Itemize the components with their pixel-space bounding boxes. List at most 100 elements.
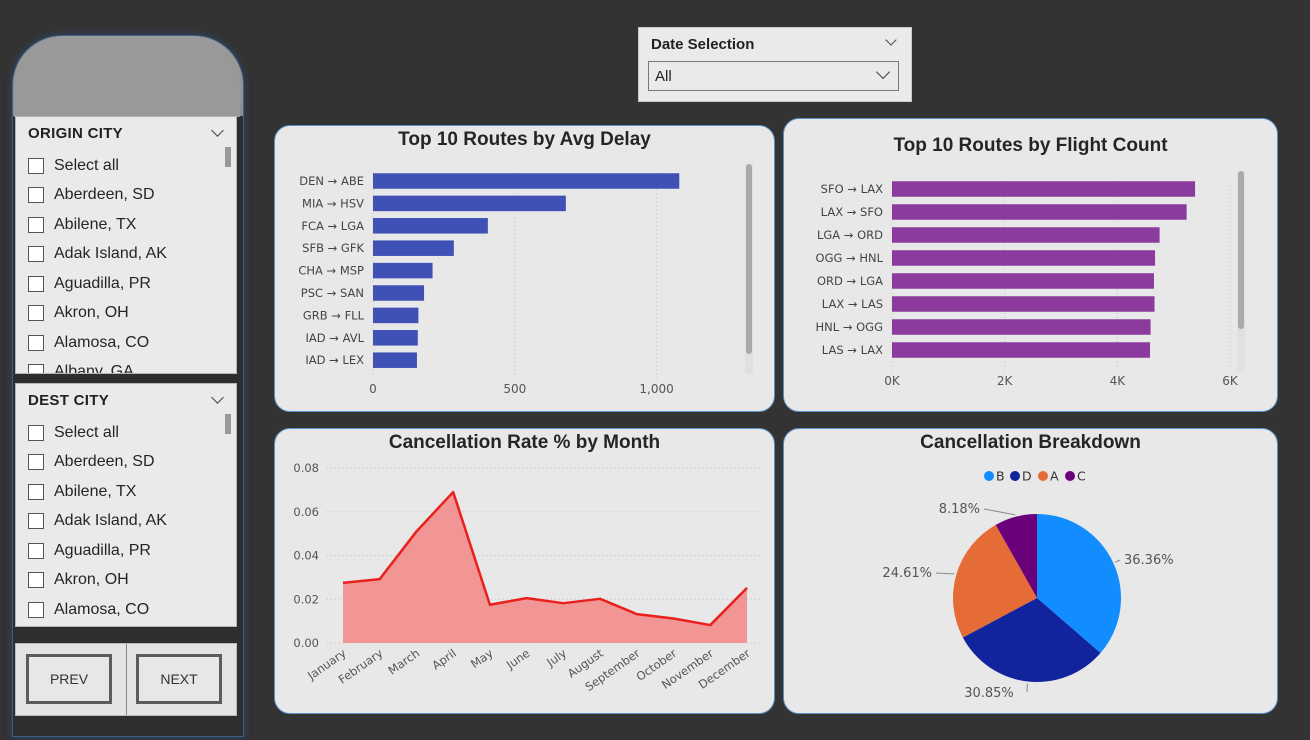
chevron-down-icon[interactable] xyxy=(211,124,224,137)
bar xyxy=(373,262,433,279)
checkbox[interactable] xyxy=(28,246,44,263)
slicer-item[interactable]: Aberdeen, SD xyxy=(28,181,218,211)
slicer-item[interactable]: Aguadilla, PR xyxy=(28,536,218,566)
y-tick-label: ORD → LGA xyxy=(817,274,883,288)
x-tick-label: March xyxy=(385,646,422,678)
legend-marker xyxy=(1065,471,1075,481)
checkbox[interactable] xyxy=(28,364,44,373)
slicer-item[interactable]: Akron, OH xyxy=(28,566,218,596)
flight-count-chart-card: Top 10 Routes by Flight Count 0K 2K 4K 6K SF… xyxy=(783,118,1278,412)
slicer-item[interactable]: Aguadilla, PR xyxy=(28,269,218,299)
checkbox[interactable] xyxy=(28,424,44,441)
scrollbar[interactable] xyxy=(225,147,231,167)
x-tick-label: June xyxy=(503,646,532,672)
checkbox[interactable] xyxy=(28,157,44,174)
bar xyxy=(892,250,1156,266)
y-tick-label: SFB → GFK xyxy=(302,241,364,255)
legend-marker xyxy=(1010,471,1020,481)
chevron-down-icon[interactable] xyxy=(211,391,224,404)
bar xyxy=(373,285,425,301)
bar xyxy=(892,296,1155,312)
flight-count-bar-chart: 0K 2K 4K 6K SFO → LAX LAX → SFO LGA → ORD OGG →… xyxy=(816,181,1239,388)
y-tick-label: LAX → LAS xyxy=(822,297,883,311)
scrollbar[interactable] xyxy=(746,164,752,354)
checkbox[interactable] xyxy=(28,187,44,204)
data-label: 36.36% xyxy=(1124,553,1174,568)
leader-line xyxy=(1115,559,1121,563)
x-tick-label: May xyxy=(468,646,496,671)
y-tick-label: LAS → LAX xyxy=(822,343,883,357)
slicer-item-label: Abilene, TX xyxy=(54,482,137,500)
y-tick-label: GRB → FLL xyxy=(303,308,365,322)
checkbox[interactable] xyxy=(28,275,44,292)
bar xyxy=(373,330,418,346)
bar xyxy=(373,173,680,189)
x-tick-label: 2K xyxy=(997,374,1014,388)
slicer-item[interactable]: Aberdeen, SD xyxy=(28,448,218,478)
y-tick-label: FCA → LGA xyxy=(301,219,364,233)
date-selection-title: Date Selection xyxy=(651,36,755,53)
checkbox[interactable] xyxy=(28,572,44,589)
slicer-item[interactable]: Alamosa, CO xyxy=(28,328,218,358)
slicer-item-label: Select all xyxy=(54,156,119,174)
data-label: 30.85% xyxy=(964,686,1014,701)
y-tick-label: PSC → SAN xyxy=(301,286,364,300)
chevron-down-icon xyxy=(875,64,891,80)
data-label: 8.18% xyxy=(939,502,980,517)
slicer-item[interactable]: Adak Island, AK xyxy=(28,240,218,270)
x-tick-label: July xyxy=(543,646,569,670)
origin-city-title: ORIGIN CITY xyxy=(28,125,123,142)
chevron-down-icon[interactable] xyxy=(885,34,897,46)
slicer-item[interactable]: Select all xyxy=(28,418,218,448)
bar xyxy=(373,307,419,324)
slicer-item[interactable]: Albany, GA xyxy=(28,358,218,374)
slicer-item[interactable]: Adak Island, AK xyxy=(28,507,218,537)
checkbox[interactable] xyxy=(28,513,44,530)
bar xyxy=(892,204,1187,220)
y-tick-label: HNL → OGG xyxy=(816,320,883,334)
slicer-item-label: Albany, GA xyxy=(54,363,134,374)
slicer-item[interactable]: Akron, OH xyxy=(28,299,218,329)
y-tick-label: CHA → MSP xyxy=(298,264,364,278)
slicer-item-label: Aberdeen, SD xyxy=(54,186,155,204)
slicer-item-label: Akron, OH xyxy=(54,304,129,322)
scrollbar[interactable] xyxy=(1238,171,1244,329)
checkbox[interactable] xyxy=(28,542,44,559)
bar xyxy=(892,319,1151,335)
origin-city-list: Select all Aberdeen, SD Abilene, TX Adak Is… xyxy=(28,151,218,374)
slicer-item[interactable]: Alamosa, CO xyxy=(28,595,218,625)
slicer-item[interactable]: Abilene, TX xyxy=(28,210,218,240)
checkbox[interactable] xyxy=(28,216,44,233)
date-dropdown-value: All xyxy=(655,68,672,85)
y-tick-label: MIA → HSV xyxy=(302,196,364,210)
slicer-item-label: Alamosa, CO xyxy=(54,600,150,618)
slicer-item-label: Akron, OH xyxy=(54,571,129,589)
prev-button[interactable]: PREV xyxy=(26,654,112,704)
legend-label: C xyxy=(1077,469,1086,484)
checkbox[interactable] xyxy=(28,454,44,471)
slicer-item-label: Adak Island, AK xyxy=(54,512,167,530)
date-dropdown[interactable]: All xyxy=(648,61,899,91)
dest-city-list: Select all Aberdeen, SD Abilene, TX Adak Is… xyxy=(28,418,218,625)
y-tick-label: 0.08 xyxy=(293,461,319,475)
checkbox[interactable] xyxy=(28,483,44,500)
checkbox[interactable] xyxy=(28,334,44,351)
y-tick-label: 0.00 xyxy=(293,636,319,650)
y-tick-label: IAD → AVL xyxy=(306,331,365,345)
x-tick-label: April xyxy=(429,646,459,673)
x-tick-label: 0K xyxy=(884,374,901,388)
bar xyxy=(892,227,1160,243)
divider xyxy=(126,644,127,715)
scrollbar[interactable] xyxy=(225,414,231,434)
slicer-item[interactable]: Select all xyxy=(28,151,218,181)
x-tick-label: 500 xyxy=(503,382,526,396)
legend-label: A xyxy=(1050,469,1059,484)
checkbox[interactable] xyxy=(28,601,44,618)
checkbox[interactable] xyxy=(28,305,44,322)
slicer-item-label: Aguadilla, PR xyxy=(54,541,151,559)
page-navigation: PREV NEXT xyxy=(15,643,237,716)
next-button[interactable]: NEXT xyxy=(136,654,222,704)
data-label: 24.61% xyxy=(882,566,932,581)
slicer-item[interactable]: Abilene, TX xyxy=(28,477,218,507)
x-tick-label: 0 xyxy=(369,382,377,396)
